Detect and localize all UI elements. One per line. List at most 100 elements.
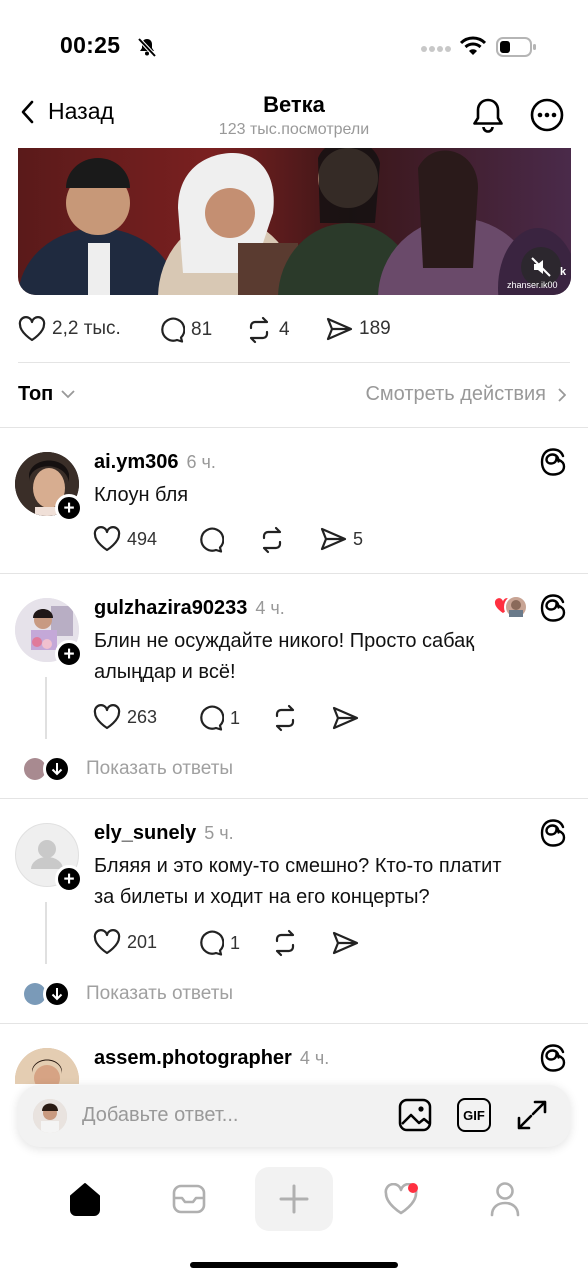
- arrow-down-icon[interactable]: [43, 980, 71, 1008]
- comment-text-line: за билеты и ходит на его концерты?: [94, 886, 430, 908]
- chevron-right-icon: [558, 387, 566, 402]
- comment-item: + ai.ym306 6 ч. Клоун бля 494 5: [0, 428, 588, 573]
- threads-icon[interactable]: [540, 819, 566, 847]
- comment-like-button[interactable]: 494: [93, 526, 157, 552]
- comment-reply-count: 1: [230, 932, 241, 953]
- wifi-icon: [460, 36, 486, 56]
- comment-share-button[interactable]: [331, 705, 359, 731]
- my-avatar: [33, 1099, 67, 1133]
- silent-bell-icon: [137, 37, 157, 57]
- post-like-button[interactable]: 2,2 тыс.: [18, 316, 121, 342]
- post-repost-button[interactable]: 4: [245, 316, 290, 344]
- heart-icon: [93, 704, 121, 730]
- bell-icon[interactable]: [471, 97, 505, 133]
- comment-item: + ely_sunely 5 ч. Бляяя и это кому-то сме…: [0, 799, 588, 1023]
- comment-repost-button[interactable]: [271, 704, 299, 732]
- comment-time: 4 ч.: [255, 598, 285, 618]
- comment-item: assem.photographer 4 ч.: [0, 1024, 588, 1084]
- send-icon: [325, 316, 353, 342]
- post-comment-count: 81: [191, 319, 213, 340]
- comment-item: + gulzhazira90233 4 ч. Блин не осуждайте …: [0, 574, 588, 798]
- avatar[interactable]: [15, 1048, 79, 1084]
- battery-icon: [496, 36, 538, 58]
- video-watermark-k: k: [560, 266, 567, 278]
- comment-reply-button[interactable]: 1: [196, 704, 240, 732]
- comment-reply-button[interactable]: 1: [196, 929, 240, 957]
- comment-header: assem.photographer 4 ч.: [94, 1047, 329, 1070]
- comment-share-button[interactable]: 5: [319, 526, 363, 552]
- comment-time: 5 ч.: [204, 823, 234, 843]
- threads-icon[interactable]: [540, 594, 566, 622]
- divider: [18, 362, 570, 363]
- comment-header: ely_sunely 5 ч.: [94, 822, 234, 845]
- comment-icon: [157, 316, 185, 344]
- comment-like-count: 494: [127, 528, 158, 549]
- author-avatar-small: [504, 595, 528, 619]
- follow-plus-button[interactable]: +: [55, 865, 83, 893]
- comment-text: Клоун бля: [94, 484, 189, 506]
- send-icon: [319, 526, 347, 552]
- post-like-count: 2,2 тыс.: [52, 318, 121, 339]
- repost-icon: [271, 929, 299, 957]
- comment-repost-button[interactable]: [258, 526, 286, 554]
- comment-like-count: 201: [127, 931, 158, 952]
- sort-dropdown[interactable]: Топ: [18, 383, 75, 406]
- comment-like-button[interactable]: 201: [93, 929, 157, 955]
- view-activity-label: Смотреть действия: [365, 383, 546, 405]
- show-replies-link[interactable]: Показать ответы: [86, 758, 233, 780]
- chevron-down-icon: [61, 390, 75, 399]
- comment-icon: [196, 704, 224, 732]
- comment-time: 6 ч.: [186, 452, 216, 472]
- threads-icon[interactable]: [540, 448, 566, 476]
- create-post-button[interactable]: [255, 1167, 333, 1231]
- signal-icon: [420, 44, 452, 54]
- arrow-down-icon[interactable]: [43, 755, 71, 783]
- comment-username[interactable]: assem.photographer: [94, 1047, 292, 1069]
- image-icon[interactable]: [398, 1098, 432, 1132]
- reply-input[interactable]: Добавьте ответ...: [82, 1104, 238, 1127]
- post-repost-count: 4: [279, 319, 290, 340]
- comment-like-button[interactable]: 263: [93, 704, 157, 730]
- comment-reply-count: 1: [230, 707, 241, 728]
- heart-icon: [93, 929, 121, 955]
- show-replies-link[interactable]: Показать ответы: [86, 983, 233, 1005]
- repost-icon: [245, 316, 273, 344]
- threads-icon[interactable]: [540, 1044, 566, 1072]
- sort-label: Топ: [18, 383, 54, 405]
- comment-text-line: Бляяя и это кому-то смешно? Кто-то плати…: [94, 855, 502, 877]
- status-time: 00:25: [60, 32, 121, 58]
- comment-reply-button[interactable]: [196, 526, 224, 554]
- post-comment-button[interactable]: 81: [157, 316, 212, 344]
- inbox-icon[interactable]: [172, 1184, 206, 1214]
- send-icon: [331, 705, 359, 731]
- more-options-icon[interactable]: [529, 97, 565, 133]
- notification-dot: [408, 1183, 418, 1193]
- comment-text-line: алыңдар и всё!: [94, 661, 236, 683]
- repost-icon: [271, 704, 299, 732]
- comment-username[interactable]: gulzhazira90233: [94, 597, 247, 619]
- comment-share-button[interactable]: [331, 930, 359, 956]
- heart-icon: [18, 316, 46, 342]
- gif-button[interactable]: GIF: [457, 1098, 491, 1132]
- comment-header: gulzhazira90233 4 ч.: [94, 597, 285, 620]
- profile-icon[interactable]: [489, 1181, 521, 1217]
- comment-header: ai.ym306 6 ч.: [94, 451, 216, 474]
- follow-plus-button[interactable]: +: [55, 494, 83, 522]
- comment-username[interactable]: ai.ym306: [94, 451, 179, 473]
- expand-icon[interactable]: [516, 1099, 548, 1131]
- video-watermark: zhanser.ik00: [507, 280, 558, 290]
- repost-icon: [258, 526, 286, 554]
- home-indicator: [190, 1262, 398, 1268]
- comment-icon: [196, 526, 224, 554]
- thread-line: [45, 677, 47, 739]
- plus-icon: [279, 1184, 309, 1214]
- video-preview[interactable]: zhanser.ik00 k: [18, 148, 571, 295]
- comment-username[interactable]: ely_sunely: [94, 822, 196, 844]
- heart-icon: [93, 526, 121, 552]
- post-share-button[interactable]: 189: [325, 316, 391, 342]
- follow-plus-button[interactable]: +: [55, 640, 83, 668]
- view-activity-link[interactable]: Смотреть действия: [365, 383, 566, 406]
- home-icon[interactable]: [67, 1182, 103, 1216]
- comment-repost-button[interactable]: [271, 929, 299, 957]
- comment-share-count: 5: [353, 528, 364, 549]
